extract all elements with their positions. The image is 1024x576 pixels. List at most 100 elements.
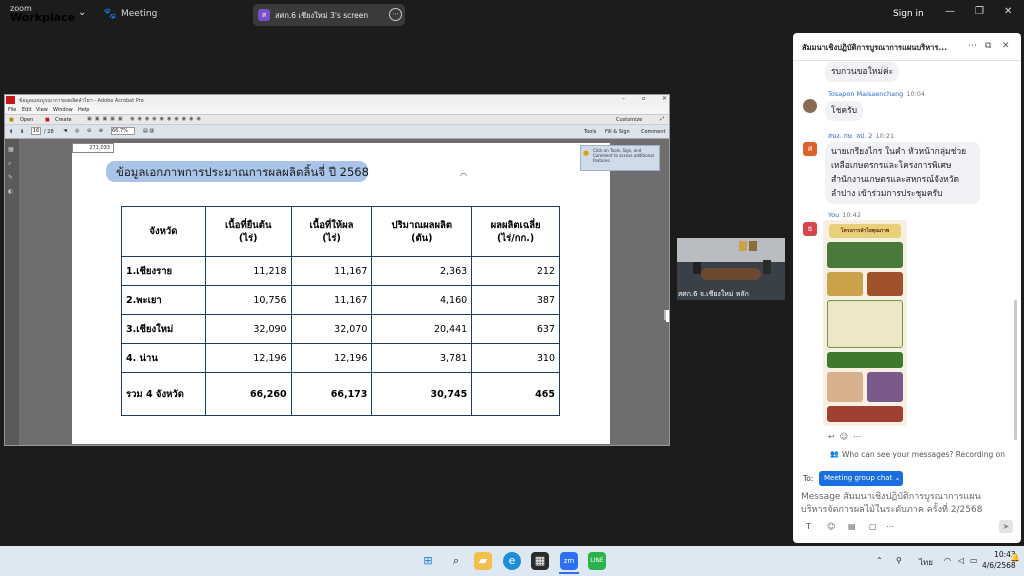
file-icon[interactable]: ▤ xyxy=(848,522,856,531)
popout-icon[interactable]: ⧉ xyxy=(985,41,991,51)
meeting-label[interactable]: Meeting xyxy=(121,9,157,19)
menu-window[interactable]: Window xyxy=(53,107,73,113)
acrobat-toolbar: ■ Open ■ Create ▣▣▣▣▣ ◉◉◉◉◉◉◉◉◉◉ Customi… xyxy=(5,114,669,125)
participant-name: สศก.6 จ.เชียงใหม่ หลัก xyxy=(678,290,749,298)
cell-production: 4,160 xyxy=(371,285,473,315)
chat-close-icon[interactable]: ✕ xyxy=(1002,41,1010,51)
acrobat-title: ข้อมูลแผนบูรณาการผลผลิตลำไยฯ - Adobe Acr… xyxy=(5,95,669,105)
side-panel-icons[interactable]: ▦ ⌕ ✎ ◐ xyxy=(5,139,19,199)
cell-planted: 10,756 xyxy=(204,285,292,315)
search-icon[interactable]: ⌕ xyxy=(447,552,465,570)
acrobat-tooltip[interactable]: ● Click on Tools, Sign, and Comment to a… xyxy=(580,145,660,171)
windows-start-icon[interactable]: ⊞ xyxy=(419,552,437,570)
text-format-icon[interactable]: T xyxy=(806,522,811,531)
sender-name: Tosapon Maisaenchang xyxy=(828,90,904,98)
minimize-icon[interactable]: — xyxy=(945,6,955,17)
send-icon[interactable]: ➤ xyxy=(999,520,1013,533)
line-icon[interactable]: LINE xyxy=(588,552,606,570)
acrobat-side-panel: ▦ ⌕ ✎ ◐ xyxy=(5,139,19,445)
acrobat-minimize-icon[interactable]: – xyxy=(622,95,625,102)
menu-help[interactable]: Help xyxy=(78,107,89,113)
chat-sender: Tosapon Maisaenchang 10:04 xyxy=(828,90,925,98)
col-planted-area: เนื้อที่ยืนต้น (ไร่) xyxy=(204,206,292,257)
next-page-icon[interactable]: ⬇ xyxy=(20,129,24,135)
more-options-icon[interactable]: ⋯ xyxy=(968,41,977,51)
zoom-icon[interactable]: zm xyxy=(560,552,578,570)
zoom-select[interactable]: 66.7% xyxy=(111,127,135,135)
screenshot-icon[interactable]: ▢ xyxy=(869,522,877,531)
table-total-row: รวม 4 จังหวัด 66,260 66,173 30,745 465 xyxy=(121,372,560,416)
col-bearing-area: เนื้อที่ให้ผล (ไร่) xyxy=(290,206,373,257)
create-button[interactable]: Create xyxy=(55,117,72,123)
tools-tab[interactable]: Tools xyxy=(584,129,596,135)
cell-production: 2,363 xyxy=(371,256,473,286)
poster-photo xyxy=(827,272,863,296)
customize-button[interactable]: Customize xyxy=(616,117,642,123)
fit-icons[interactable]: ▤ ▥ xyxy=(143,128,154,134)
chat-scrollbar[interactable] xyxy=(1014,300,1017,440)
file-explorer-icon[interactable]: ▰ xyxy=(474,552,492,570)
store-icon[interactable]: ▦ xyxy=(531,552,549,570)
acrobat-menubar: File Edit View Window Help xyxy=(5,105,669,114)
emoji-icon[interactable]: ☺ xyxy=(827,522,835,531)
sign-in-button[interactable]: Sign in xyxy=(893,9,924,19)
cell-total-production: 30,745 xyxy=(371,372,473,416)
acrobat-close-icon[interactable]: ✕ xyxy=(662,95,667,102)
brand-bottom: Workplace xyxy=(10,11,76,24)
comment-tab[interactable]: Comment xyxy=(641,129,666,135)
create-icon[interactable]: ■ xyxy=(45,117,50,123)
cell-province: 3.เชียงใหม่ xyxy=(121,314,206,344)
screen-share-indicator[interactable]: ส สศก.6 เชียงใหม่ 3's screen ⋯ xyxy=(253,4,405,26)
speaker-icon[interactable]: ◁ xyxy=(958,556,964,565)
prev-page-icon[interactable]: ⬆ xyxy=(9,129,13,135)
recording-notice[interactable]: Who can see your messages? Recording on xyxy=(842,450,1005,459)
poster-photo xyxy=(827,372,863,402)
message-time: 10:04 xyxy=(906,90,926,98)
notification-icon[interactable]: 🔔 xyxy=(1010,553,1020,562)
restore-icon[interactable]: ❐ xyxy=(975,6,984,17)
toolbar-icons[interactable]: ▣▣▣▣▣ ◉◉◉◉◉◉◉◉◉◉ xyxy=(87,116,204,122)
acrobat-restore-icon[interactable]: ▫ xyxy=(641,95,645,102)
menu-view[interactable]: View xyxy=(36,107,48,113)
tray-chevron-icon[interactable]: ⌃ xyxy=(876,556,883,565)
message-input[interactable]: Message สัมมนาเชิงปฏิบัติการบูรณาการแผนบ… xyxy=(801,491,1001,517)
more-tools-icon[interactable]: ⋯ xyxy=(886,522,894,531)
language-indicator[interactable]: ไทย xyxy=(919,556,933,569)
chat-message: นายเกรียงไกร ในคำ หัวหน้ากลุ่มช่วยเหลือเ… xyxy=(825,142,980,204)
recipient-select[interactable]: Meeting group chat ⌄ xyxy=(819,471,903,486)
cursor-icon: ◠ xyxy=(460,171,467,180)
folder-icon[interactable]: ■ xyxy=(9,117,14,123)
menu-file[interactable]: File xyxy=(8,107,16,113)
fill-sign-tab[interactable]: Fill & Sign xyxy=(605,129,630,135)
close-icon[interactable]: ✕ xyxy=(1004,6,1012,17)
battery-icon[interactable]: ▭ xyxy=(970,556,978,565)
meeting-paw-icon[interactable]: 🐾 xyxy=(103,7,117,20)
video-table xyxy=(701,268,761,280)
video-person xyxy=(763,260,771,274)
edge-icon[interactable]: e xyxy=(503,552,521,570)
more-icon[interactable]: ⋯ xyxy=(389,8,402,21)
chat-sender: สนง. กษ. ลป. 2 10:21 xyxy=(828,131,894,141)
page-input[interactable]: 16 xyxy=(31,127,41,135)
col-avg-yield: ผลผลิตเฉลี่ย (ไร่/กก.) xyxy=(471,206,560,257)
share-text: สศก.6 เชียงใหม่ 3's screen xyxy=(275,11,369,20)
chat-sender: You 10:42 xyxy=(828,211,861,219)
view-tools-icons[interactable]: ☚ ◎ ⊖ ⊕ xyxy=(63,128,106,134)
wifi-icon[interactable]: ◠ xyxy=(944,556,951,565)
video-wall xyxy=(677,238,785,262)
shared-image[interactable]: โครงการลำไยคุณภาพ xyxy=(823,220,907,426)
menu-edit[interactable]: Edit xyxy=(22,107,32,113)
cell-province: 4. น่าน xyxy=(121,343,206,373)
sender-name: You xyxy=(828,211,840,219)
chevron-down-icon[interactable]: ⌄ xyxy=(78,7,86,18)
message-actions[interactable]: ↩☺⋯ xyxy=(828,432,866,441)
poster-title: โครงการลำไยคุณภาพ xyxy=(829,224,901,238)
message-time: 10:42 xyxy=(842,211,861,219)
share-divider-handle[interactable] xyxy=(666,310,669,322)
zoom-workplace-logo: zoom Workplace xyxy=(10,4,76,24)
network-extra-icon[interactable]: ⚲ xyxy=(896,556,902,565)
cell-bearing: 32,070 xyxy=(290,314,373,344)
expand-icon[interactable]: ⤢ xyxy=(660,116,664,122)
visibility-icon: 👥 xyxy=(830,450,839,458)
open-button[interactable]: Open xyxy=(20,117,33,123)
